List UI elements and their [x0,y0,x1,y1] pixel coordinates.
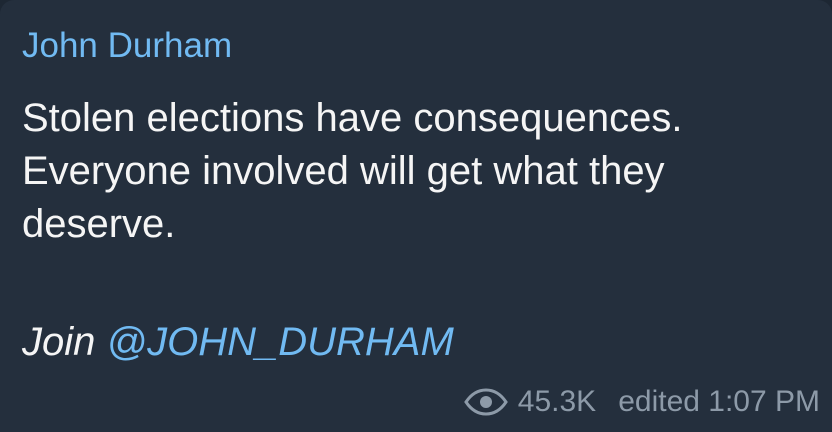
sender-name[interactable]: John Durham [22,24,232,68]
message-text: Stolen elections have consequences. Ever… [22,92,822,251]
message-bubble[interactable]: John Durham Stolen elections have conseq… [0,0,832,432]
message-line: deserve. [22,202,176,246]
message-line: Everyone involved will get what they [22,149,665,193]
join-prefix: Join [22,320,107,364]
message-line: Stolen elections have consequences. [22,96,683,140]
channel-mention-link[interactable]: @JOHN_DURHAM [107,320,454,364]
message-meta: 45.3K edited 1:07 PM [463,382,820,422]
edited-timestamp: edited 1:07 PM [618,385,820,418]
eye-icon [463,388,508,416]
join-line: Join @JOHN_DURHAM [22,316,454,369]
view-count: 45.3K [517,385,597,418]
